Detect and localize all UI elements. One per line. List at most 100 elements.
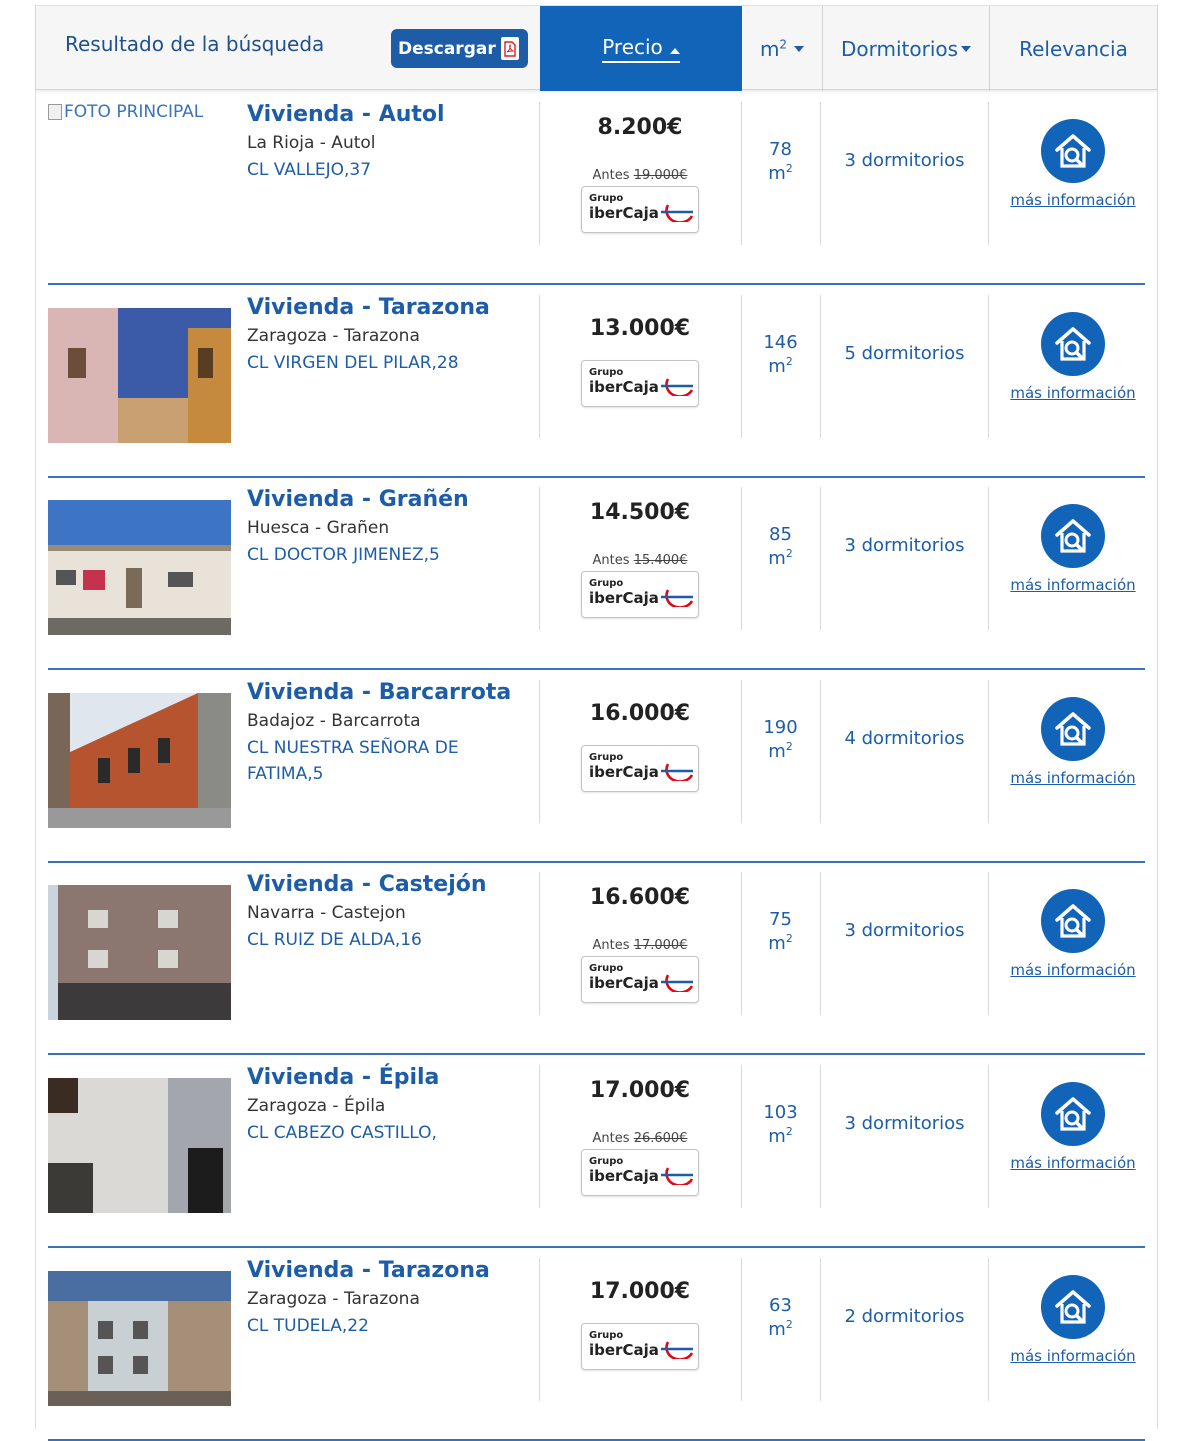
ibercaja-badge: Grupo iberCaja xyxy=(581,1322,699,1370)
info-cell: más información xyxy=(989,477,1157,647)
more-info-link[interactable]: más información xyxy=(989,769,1157,787)
listing-title-link[interactable]: Vivienda - Tarazona xyxy=(247,295,490,320)
ibercaja-badge: Grupo iberCaja xyxy=(581,744,699,792)
price-cell: 17.000€ Grupo iberCaja xyxy=(539,1248,741,1418)
column-divider xyxy=(820,1257,821,1401)
listing-row[interactable]: Vivienda - Tarazona Zaragoza - Tarazona … xyxy=(48,285,1145,478)
caret-down-icon xyxy=(794,45,805,52)
listing-area: 103 m2 xyxy=(763,1102,798,1147)
listing-title-link[interactable]: Vivienda - Barcarrota xyxy=(247,680,511,705)
listing-rooms: 2 dormitorios xyxy=(844,1305,965,1327)
ibercaja-logo-icon xyxy=(660,1339,694,1363)
pdf-icon xyxy=(501,37,519,60)
listing-price: 13.000€ xyxy=(589,315,691,341)
listing-photo-broken[interactable]: FOTO PRINCIPAL xyxy=(48,102,203,122)
listing-street: CL RUIZ DE ALDA,16 xyxy=(247,930,422,951)
listing-photo[interactable] xyxy=(48,500,231,636)
listing-price: 14.500€ xyxy=(589,500,691,526)
more-info-link[interactable]: más información xyxy=(989,191,1157,209)
price-cell: 14.500€ Antes 15.400€ Grupo iberCaja xyxy=(539,477,741,647)
listing-street: CL CABEZO CASTILLO, xyxy=(247,1123,437,1143)
sort-rooms-tab[interactable]: Dormitorios xyxy=(822,6,989,91)
listing-rooms: 5 dormitorios xyxy=(844,342,965,364)
listing-price: 16.600€ xyxy=(589,885,691,911)
listing-row[interactable]: Vivienda - Tarazona Zaragoza - Tarazona … xyxy=(48,1248,1145,1441)
listing-street: CL NUESTRA SEÑORA DE FATIMA,5 xyxy=(247,737,459,784)
info-cell: más información xyxy=(989,92,1157,262)
column-divider xyxy=(820,1065,821,1208)
listing-title-link[interactable]: Vivienda - Grañén xyxy=(247,487,469,512)
sort-m2-tab[interactable]: m2 xyxy=(742,6,822,91)
more-info-house-icon[interactable] xyxy=(1041,311,1105,376)
listing-price: 17.000€ xyxy=(589,1278,691,1304)
more-info-link[interactable]: más información xyxy=(989,1154,1157,1172)
ibercaja-logo-icon xyxy=(660,1165,694,1189)
listing-region: Badajoz - Barcarrota xyxy=(247,710,421,731)
sort-price-tab[interactable]: Precio xyxy=(540,6,742,91)
more-info-link[interactable]: más información xyxy=(989,1347,1157,1365)
column-divider xyxy=(820,487,821,631)
listing-area: 146 m2 xyxy=(763,331,798,377)
more-info-house-icon[interactable] xyxy=(1041,504,1105,569)
info-cell: más información xyxy=(989,670,1157,840)
download-pdf-button[interactable]: Descargar xyxy=(391,29,528,68)
broken-image-icon xyxy=(48,104,62,120)
listing-row[interactable]: FOTO PRINCIPAL Vivienda - Autol La Rioja… xyxy=(48,92,1145,285)
previous-price: Antes 15.400€ xyxy=(592,553,688,569)
listing-street: CL TUDELA,22 xyxy=(247,1315,369,1336)
more-info-link[interactable]: más información xyxy=(989,384,1157,402)
listing-region: Zaragoza - Épila xyxy=(247,1096,386,1116)
listing-photo[interactable] xyxy=(48,1270,231,1406)
listing-row[interactable]: Vivienda - Castejón Navarra - Castejon C… xyxy=(48,862,1145,1056)
more-info-link[interactable]: más información xyxy=(989,961,1157,979)
price-cell: 17.000€ Antes 26.600€ Grupo iberCaja xyxy=(539,1055,741,1225)
ibercaja-badge: Grupo iberCaja xyxy=(581,359,699,407)
results-panel: Resultado de la búsqueda Descargar Preci… xyxy=(35,5,1158,1441)
listing-area: 190 m2 xyxy=(763,716,798,762)
sort-relevance-tab[interactable]: Relevancia xyxy=(989,6,1157,91)
info-cell: más información xyxy=(989,285,1157,455)
ibercaja-logo-icon xyxy=(660,972,694,996)
info-cell: más información xyxy=(989,1248,1157,1418)
listing-row[interactable]: Vivienda - Grañén Huesca - Grañen CL DOC… xyxy=(48,477,1145,671)
listing-region: La Rioja - Autol xyxy=(247,133,376,153)
column-divider xyxy=(820,294,821,438)
price-cell: 16.600€ Antes 17.000€ Grupo iberCaja xyxy=(539,862,741,1032)
listing-title-link[interactable]: Vivienda - Autol xyxy=(247,102,445,127)
listing-title-link[interactable]: Vivienda - Tarazona xyxy=(247,1258,490,1283)
more-info-house-icon[interactable] xyxy=(1041,1082,1105,1146)
listing-photo[interactable] xyxy=(48,692,231,828)
previous-price: Antes 26.600€ xyxy=(592,1131,688,1146)
listing-rooms: 3 dormitorios xyxy=(844,150,965,171)
more-info-house-icon[interactable] xyxy=(1041,119,1105,183)
listing-row[interactable]: Vivienda - Barcarrota Badajoz - Barcarro… xyxy=(48,670,1145,863)
listing-row[interactable]: Vivienda - Épila Zaragoza - Épila CL CAB… xyxy=(48,1055,1145,1248)
listing-area: 75 m2 xyxy=(768,909,793,955)
ibercaja-badge: Grupo iberCaja xyxy=(581,956,699,1004)
more-info-house-icon[interactable] xyxy=(1041,1274,1105,1339)
listing-region: Navarra - Castejon xyxy=(247,903,406,924)
listing-rooms: 3 dormitorios xyxy=(844,1113,965,1134)
area-cell: 146 m2 xyxy=(741,285,820,455)
more-info-house-icon[interactable] xyxy=(1041,889,1105,954)
ibercaja-logo-icon xyxy=(660,202,694,226)
listing-title-link[interactable]: Vivienda - Épila xyxy=(247,1065,439,1090)
listing-rooms: 3 dormitorios xyxy=(844,535,965,557)
listing-region: Zaragoza - Tarazona xyxy=(247,1288,420,1309)
sort-relevance-label: Relevancia xyxy=(1019,36,1128,61)
listing-price: 16.000€ xyxy=(589,700,691,726)
listing-photo[interactable] xyxy=(48,307,231,443)
area-cell: 63 m2 xyxy=(741,1248,820,1418)
more-info-link[interactable]: más información xyxy=(989,576,1157,594)
listing-area: 85 m2 xyxy=(768,524,793,570)
area-cell: 75 m2 xyxy=(741,862,820,1032)
listing-price: 8.200€ xyxy=(597,115,683,140)
sort-m2-label: m2 xyxy=(759,36,788,61)
listing-price: 17.000€ xyxy=(589,1078,691,1103)
listing-title-link[interactable]: Vivienda - Castejón xyxy=(247,872,487,897)
listing-photo[interactable] xyxy=(48,1078,231,1213)
price-cell: 13.000€ Grupo iberCaja xyxy=(539,285,741,455)
more-info-house-icon[interactable] xyxy=(1041,696,1105,761)
sort-rooms-label: Dormitorios xyxy=(840,36,959,61)
listing-photo[interactable] xyxy=(48,885,231,1021)
